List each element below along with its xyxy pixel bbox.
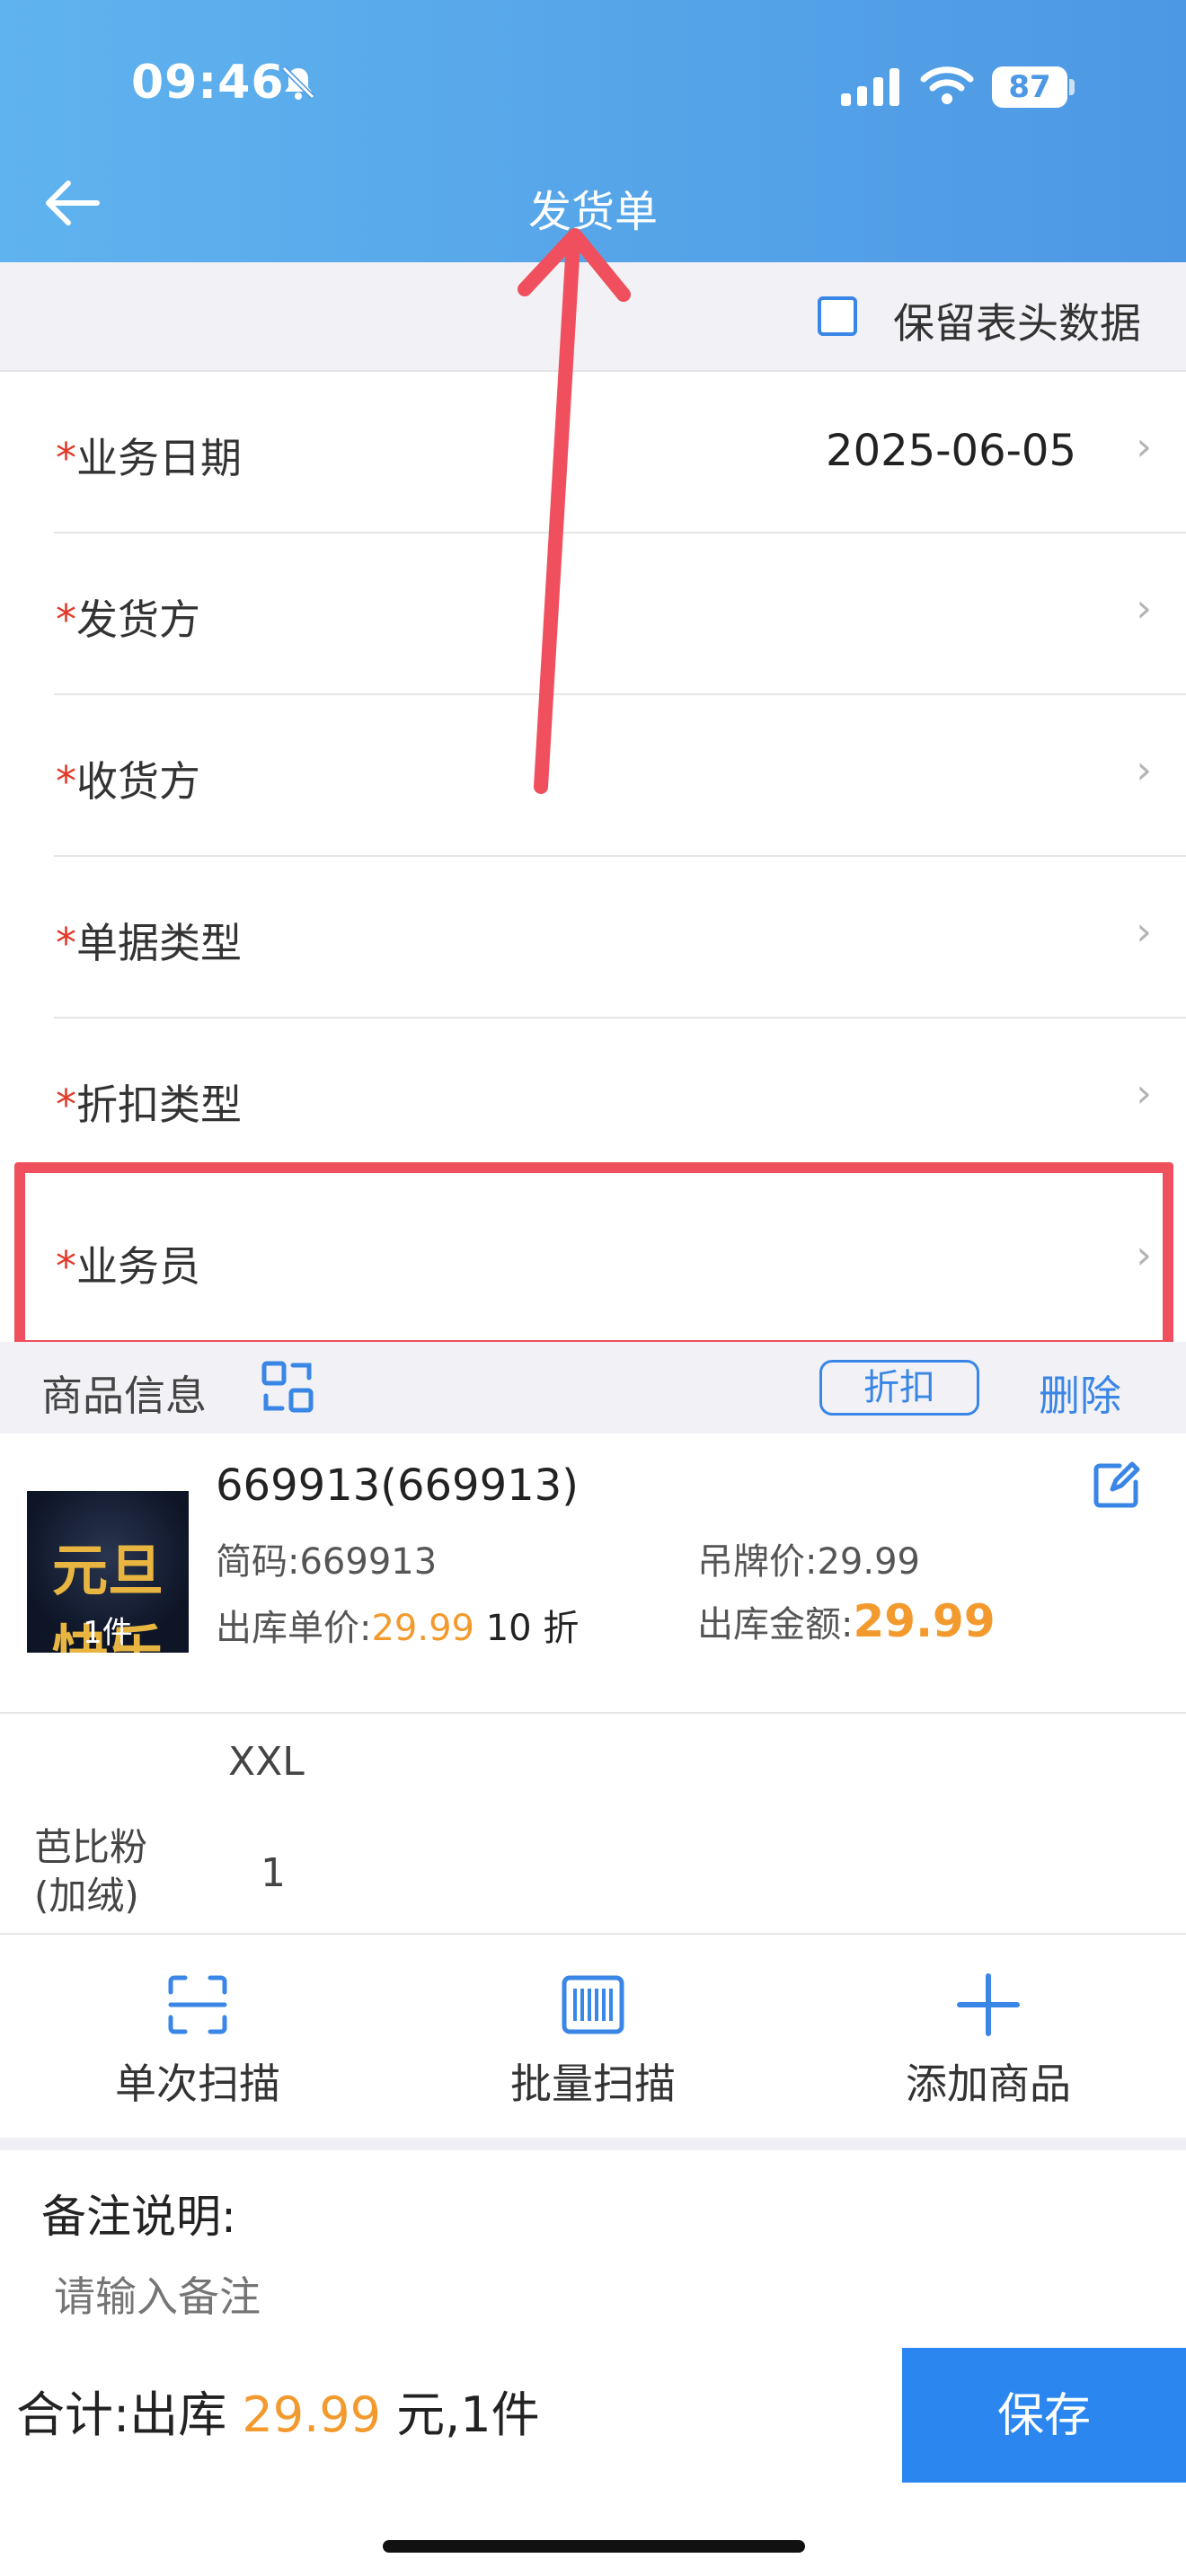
product-tag-price: 吊牌价:29.99 — [697, 1532, 920, 1584]
product-code: 简码:669913 — [216, 1532, 437, 1584]
product-unit-price: 出库单价:29.99 10 折 — [216, 1599, 579, 1651]
tag-price-value: 29.99 — [817, 1541, 920, 1583]
color-name: 芭比粉 — [34, 1825, 148, 1869]
section-gap — [0, 2138, 1186, 2150]
chevron-right-icon: › — [1136, 1071, 1152, 1116]
chevron-right-icon: › — [1136, 747, 1152, 793]
total-amount: 29.99 — [242, 2386, 381, 2443]
switch-scan-icon[interactable] — [261, 1360, 314, 1414]
remark-input[interactable] — [54, 2272, 773, 2321]
battery-level: 87 — [992, 66, 1067, 108]
form-row-label: *折扣类型 — [56, 1072, 242, 1132]
product-name: 669913(669913) — [216, 1460, 579, 1511]
total-summary: 合计:出库 29.99 元,1件 — [16, 2375, 540, 2446]
batch-scan-label: 批量扫描 — [510, 2060, 676, 2108]
chevron-right-icon: › — [1136, 586, 1152, 631]
wifi-icon — [920, 66, 974, 104]
form-row-business-date[interactable]: *业务日期 2025-06-05 › — [0, 372, 1186, 532]
discount-type-label: 折扣类型 — [76, 1081, 242, 1129]
edit-icon[interactable] — [1093, 1460, 1141, 1509]
amount-value: 29.99 — [853, 1595, 996, 1647]
required-mark: * — [56, 919, 76, 967]
shipper-label: 发货方 — [76, 595, 200, 644]
total-suffix: 元,1件 — [380, 2386, 540, 2443]
required-mark: * — [56, 595, 76, 644]
battery-cap — [1069, 79, 1075, 95]
product-amount: 出库金额:29.99 — [697, 1595, 996, 1647]
plus-icon — [957, 1973, 1020, 2036]
required-mark: * — [56, 757, 76, 806]
remark-label: 备注说明: — [41, 2191, 236, 2243]
single-scan-button[interactable]: 单次扫描 — [63, 1972, 332, 2116]
batch-scan-button[interactable]: 批量扫描 — [458, 1972, 728, 2116]
business-date-label: 业务日期 — [76, 434, 242, 482]
quantity-cell[interactable]: 1 — [261, 1850, 286, 1896]
scan-frame-icon — [168, 1975, 227, 2034]
required-mark: * — [56, 1081, 76, 1129]
total-prefix: 合计:出库 — [16, 2386, 243, 2443]
form-row-label: *单据类型 — [56, 911, 242, 970]
barcode-icon — [562, 1975, 624, 2034]
home-indicator[interactable] — [383, 2540, 805, 2553]
add-goods-button[interactable]: 添加商品 — [854, 1972, 1123, 2116]
form-row-document-type[interactable]: *单据类型 › — [0, 857, 1186, 1017]
keep-header-label: 保留表头数据 — [893, 299, 1141, 348]
color-variant: (加绒) — [34, 1874, 139, 1918]
matrix-divider — [0, 1933, 1186, 1935]
form-row-receiver[interactable]: *收货方 › — [0, 695, 1186, 855]
thumbnail-quantity: 1件 — [83, 1615, 133, 1651]
form-row-label: *收货方 — [56, 749, 200, 808]
product-thumbnail[interactable]: 元旦快乐 1件 — [27, 1491, 189, 1653]
status-time: 09:46 — [131, 56, 285, 110]
add-goods-label: 添加商品 — [906, 2060, 1071, 2108]
form-row-discount-type[interactable]: *折扣类型 › — [0, 1019, 1186, 1178]
required-mark: * — [56, 434, 76, 482]
discount-button[interactable]: 折扣 — [819, 1360, 979, 1416]
silent-bell-icon — [281, 66, 315, 100]
cellular-signal-icon — [841, 68, 899, 106]
save-button[interactable]: 保存 — [902, 2348, 1186, 2483]
card-divider — [0, 1712, 1186, 1714]
form-row-shipper[interactable]: *发货方 › — [0, 534, 1186, 693]
unit-price-value: 29.99 — [371, 1608, 474, 1649]
chevron-right-icon: › — [1136, 909, 1152, 955]
discount-text: 10 折 — [485, 1608, 580, 1649]
salesperson-highlight-box — [14, 1162, 1173, 1351]
goods-section-title: 商品信息 — [41, 1372, 207, 1420]
chevron-right-icon: › — [1136, 424, 1152, 470]
receiver-label: 收货方 — [76, 757, 200, 806]
business-date-value: 2025-06-05 — [826, 426, 1076, 476]
unit-price-label: 出库单价: — [216, 1608, 372, 1649]
page-title: 发货单 — [527, 187, 658, 237]
amount-label: 出库金额: — [697, 1604, 854, 1645]
tag-price-label: 吊牌价: — [697, 1541, 818, 1583]
single-scan-label: 单次扫描 — [115, 2060, 280, 2108]
form-row-label: *业务日期 — [56, 426, 242, 485]
keep-header-checkbox[interactable] — [818, 296, 857, 336]
document-type-label: 单据类型 — [76, 919, 242, 967]
size-header: XXL — [228, 1739, 305, 1785]
code-value: 669913 — [299, 1541, 438, 1583]
code-label: 简码: — [216, 1541, 300, 1583]
delete-button[interactable]: 删除 — [1039, 1363, 1121, 1423]
form-row-label: *发货方 — [56, 587, 200, 647]
color-label: 芭比粉 (加绒) — [34, 1823, 147, 1920]
